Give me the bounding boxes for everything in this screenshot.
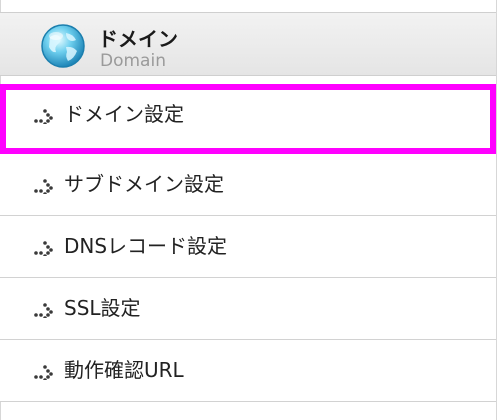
globe-icon [41, 24, 85, 68]
dotted-arrow-icon [34, 365, 53, 380]
menu-item-label: SSL設定 [64, 296, 141, 320]
menu-item-verification-url[interactable]: 動作確認URL [0, 340, 496, 402]
menu-item-ssl-settings[interactable]: SSL設定 [0, 278, 496, 340]
menu-item-subdomain-settings[interactable]: サブドメイン設定 [0, 154, 496, 216]
domain-section-header: ドメイン Domain [0, 12, 496, 76]
dotted-arrow-icon [34, 109, 53, 124]
menu-item-label: サブドメイン設定 [64, 172, 224, 196]
section-subtitle: Domain [100, 51, 166, 71]
section-title: ドメイン [98, 27, 178, 51]
menu-item-domain-settings[interactable]: ドメイン設定 [0, 84, 496, 154]
menu-item-dns-record-settings[interactable]: DNSレコード設定 [0, 216, 496, 278]
page: ドメイン Domain ドメイン設定 サブドメイン設定 DNSレコード設定 SS… [0, 0, 500, 420]
menu-item-label: ドメイン設定 [64, 102, 184, 126]
menu-item-label: 動作確認URL [64, 358, 184, 382]
domain-menu-panel: ドメイン Domain ドメイン設定 サブドメイン設定 DNSレコード設定 SS… [0, 0, 496, 420]
menu-item-label: DNSレコード設定 [64, 234, 228, 258]
dotted-arrow-icon [34, 303, 53, 318]
dotted-arrow-icon [34, 179, 53, 194]
right-border-line [496, 0, 497, 420]
dotted-arrow-icon [34, 241, 53, 256]
